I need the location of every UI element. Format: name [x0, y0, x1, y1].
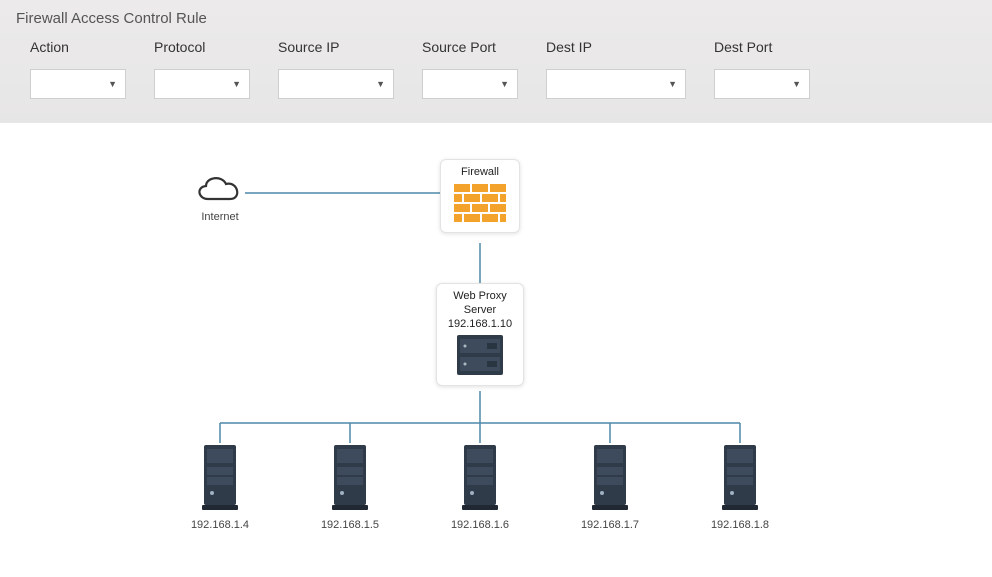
tower-icon: [588, 443, 632, 513]
host-node-3: [458, 443, 502, 513]
field-action: Action ▼: [30, 39, 126, 99]
field-dest-ip: Dest IP ▼: [546, 39, 686, 99]
label-source-port: Source Port: [422, 39, 518, 55]
tower-icon: [718, 443, 762, 513]
firewall-icon: [454, 184, 506, 222]
internet-node: [190, 171, 246, 207]
field-source-port: Source Port ▼: [422, 39, 518, 99]
field-dest-port: Dest Port ▼: [714, 39, 810, 99]
cloud-icon: [190, 171, 246, 207]
dropdown-source-ip[interactable]: ▼: [278, 69, 394, 99]
host-node-2: [328, 443, 372, 513]
label-action: Action: [30, 39, 126, 55]
host-node-1: [198, 443, 242, 513]
proxy-ip: 192.168.1.10: [448, 318, 512, 330]
network-diagram: Internet Firewall Web Proxy Server 192.1…: [0, 123, 992, 553]
rule-panel: Firewall Access Control Rule Action ▼ Pr…: [0, 0, 992, 123]
internet-label: Internet: [170, 211, 270, 223]
host-ip-1: 192.168.1.4: [170, 519, 270, 531]
caret-icon: ▼: [668, 79, 677, 89]
tower-icon: [458, 443, 502, 513]
host-node-4: [588, 443, 632, 513]
proxy-label-line2: Server: [464, 304, 496, 316]
panel-title: Firewall Access Control Rule: [16, 10, 976, 27]
host-ip-2: 192.168.1.5: [300, 519, 400, 531]
dropdown-action[interactable]: ▼: [30, 69, 126, 99]
host-ip-4: 192.168.1.7: [560, 519, 660, 531]
host-node-5: [718, 443, 762, 513]
host-ip-5: 192.168.1.8: [690, 519, 790, 531]
tower-icon: [328, 443, 372, 513]
field-source-ip: Source IP ▼: [278, 39, 394, 99]
field-protocol: Protocol ▼: [154, 39, 250, 99]
label-dest-port: Dest Port: [714, 39, 810, 55]
dropdown-protocol[interactable]: ▼: [154, 69, 250, 99]
caret-icon: ▼: [792, 79, 801, 89]
caret-icon: ▼: [376, 79, 385, 89]
label-protocol: Protocol: [154, 39, 250, 55]
rule-fields: Action ▼ Protocol ▼ Source IP ▼ Source P…: [16, 39, 976, 99]
label-dest-ip: Dest IP: [546, 39, 686, 55]
firewall-node: Firewall: [440, 159, 520, 233]
dropdown-source-port[interactable]: ▼: [422, 69, 518, 99]
proxy-node: Web Proxy Server 192.168.1.10: [436, 283, 524, 386]
caret-icon: ▼: [500, 79, 509, 89]
caret-icon: ▼: [232, 79, 241, 89]
firewall-label: Firewall: [461, 166, 499, 180]
host-ip-3: 192.168.1.6: [430, 519, 530, 531]
proxy-label-line1: Web Proxy: [453, 290, 507, 302]
caret-icon: ▼: [108, 79, 117, 89]
dropdown-dest-ip[interactable]: ▼: [546, 69, 686, 99]
rack-server-icon: [457, 335, 503, 375]
proxy-label: Web Proxy Server 192.168.1.10: [448, 290, 512, 331]
label-source-ip: Source IP: [278, 39, 394, 55]
dropdown-dest-port[interactable]: ▼: [714, 69, 810, 99]
tower-icon: [198, 443, 242, 513]
